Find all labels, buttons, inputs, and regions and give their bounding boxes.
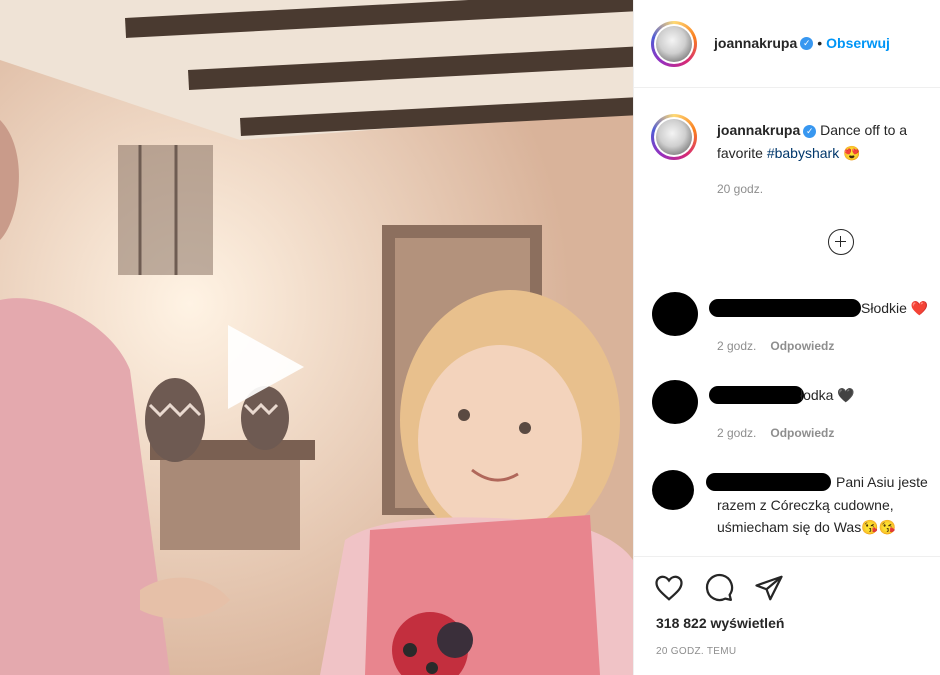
comment-time: 2 godz.: [717, 426, 757, 440]
comment-text-line3: uśmiecham się do Was😘😘: [717, 519, 897, 535]
reply-button[interactable]: Odpowiedz: [770, 426, 834, 440]
reply-button[interactable]: Odpowiedz: [770, 339, 834, 353]
comment-text: Pani Asiu jeste: [836, 474, 928, 490]
caption-time: 20 godz.: [717, 182, 764, 196]
comment-text: Słodkie ❤️: [861, 300, 929, 316]
add-comment-icon[interactable]: [828, 229, 854, 255]
heart-icon[interactable]: [654, 573, 684, 603]
view-count: 318 822 wyświetleń: [656, 615, 785, 631]
hashtag-link[interactable]: #babyshark: [767, 145, 839, 161]
author-username[interactable]: joannakrupa: [714, 35, 797, 51]
play-icon[interactable]: [228, 325, 304, 409]
verified-icon: ✓: [803, 124, 817, 138]
caption-avatar[interactable]: [651, 114, 697, 160]
post-caption: joannakrupa ✓ Dance off to a favorite #ba…: [717, 119, 940, 165]
commenter-avatar[interactable]: [652, 470, 694, 510]
commenter-avatar[interactable]: [652, 292, 698, 336]
redacted-username: [709, 299, 861, 317]
verified-icon: ✓: [800, 37, 814, 51]
comment-text-line2: razem z Córeczką cudowne,: [717, 497, 894, 513]
post-header: joannakrupa ✓ • Obserwuj: [634, 0, 940, 88]
separator-dot: •: [817, 35, 823, 51]
comment-time: 2 godz.: [717, 339, 757, 353]
caption-emoji: 😍: [843, 145, 861, 161]
author-avatar[interactable]: [651, 21, 697, 67]
video-frame: [0, 0, 633, 675]
post-actions: 318 822 wyświetleń 20 godz. temu: [634, 556, 940, 675]
follow-button[interactable]: Obserwuj: [826, 35, 890, 51]
commenter-avatar[interactable]: [652, 380, 698, 424]
caption-text-line2: favorite: [717, 145, 763, 161]
comment-meta: 2 godz. Odpowiedz: [717, 426, 834, 440]
post-sidebar: joannakrupa ✓ • Obserwuj joannakrupa ✓ Dance…: [633, 0, 940, 675]
caption-text: Dance off to a: [820, 122, 908, 138]
comment-text: łodka 🖤: [800, 387, 855, 403]
video-player[interactable]: [0, 0, 633, 675]
redacted-username: [709, 386, 804, 404]
comment-meta: 2 godz. Odpowiedz: [717, 339, 834, 353]
post-time[interactable]: 20 godz. temu: [656, 646, 736, 657]
caption-username[interactable]: joannakrupa: [717, 122, 800, 138]
redacted-username: [706, 473, 831, 491]
comment-icon[interactable]: [704, 573, 734, 603]
share-icon[interactable]: [754, 573, 784, 603]
header-user-line: joannakrupa ✓ • Obserwuj: [714, 35, 890, 53]
